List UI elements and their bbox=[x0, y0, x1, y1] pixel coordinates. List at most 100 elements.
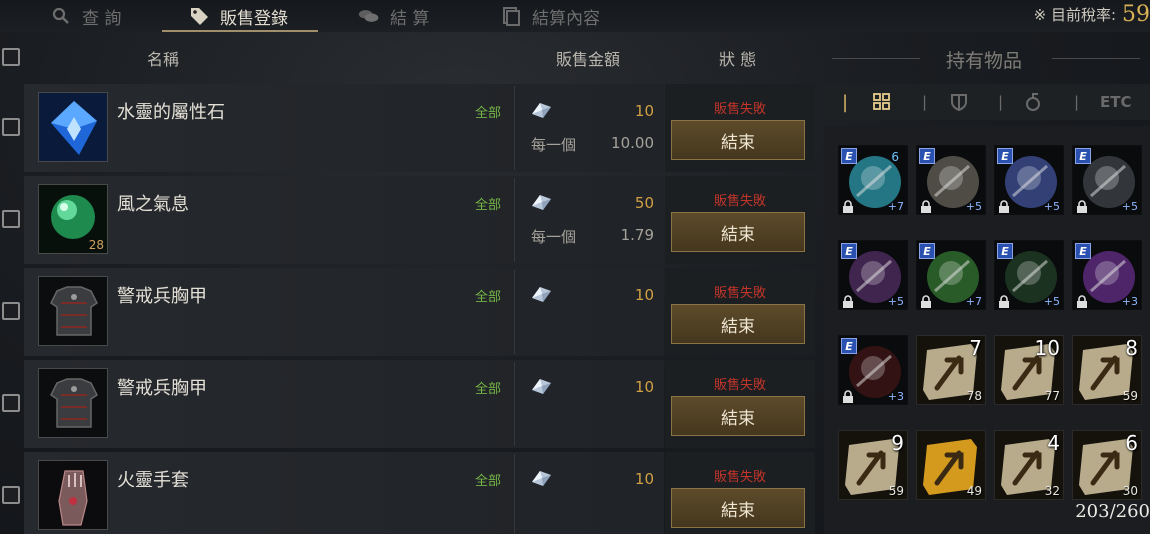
potion-icon[interactable] bbox=[1024, 92, 1044, 116]
lock-icon bbox=[920, 293, 932, 308]
tab-label: 結 算 bbox=[390, 8, 430, 29]
equipment-badge-icon: E bbox=[841, 338, 857, 354]
end-listing-button[interactable]: 結束 bbox=[671, 120, 805, 160]
inventory-slot-scroll-icon[interactable]: 9 59 bbox=[838, 430, 908, 500]
green-orb-icon[interactable]: 28 bbox=[38, 184, 108, 254]
equipment-badge-icon: E bbox=[1075, 148, 1091, 164]
enhance-level: +5 bbox=[887, 295, 904, 308]
tax-value: 59 bbox=[1122, 1, 1150, 27]
inventory-slot-silver-armor-icon[interactable]: E +5 bbox=[994, 145, 1064, 215]
tab-search[interactable]: 查 詢 bbox=[50, 0, 121, 32]
status-text: 販售失敗 bbox=[713, 286, 766, 301]
filter-marker: | bbox=[842, 91, 849, 113]
equipment-badge-icon: E bbox=[997, 243, 1013, 259]
scope-label: 全部 bbox=[475, 106, 502, 121]
total-price: 50 bbox=[634, 194, 654, 212]
per-unit-label: 每一個 bbox=[531, 136, 577, 154]
scroll-grade: 10 bbox=[1034, 336, 1060, 360]
top-tab-bar: 查 詢 販售登錄 結 算 結算內容 ※ 目前稅率: 59 bbox=[0, 0, 1150, 32]
inventory-slot-purple-gem-icon[interactable]: E +3 bbox=[1072, 240, 1142, 310]
select-all-checkbox[interactable] bbox=[2, 48, 20, 66]
total-price: 10 bbox=[634, 286, 654, 304]
equipment-badge-icon: E bbox=[997, 148, 1013, 164]
status-cell: 販售失敗 結束 bbox=[665, 176, 815, 264]
column-header-status: 狀 態 bbox=[719, 50, 757, 69]
water-spirit-stone-icon[interactable] bbox=[38, 92, 108, 162]
equipment-badge-icon: E bbox=[1075, 243, 1091, 259]
total-price: 10 bbox=[634, 470, 654, 488]
end-listing-button[interactable]: 結束 bbox=[671, 488, 805, 528]
tab-settlement-details[interactable]: 結算內容 bbox=[500, 0, 600, 32]
divider bbox=[514, 86, 515, 170]
divider bbox=[832, 58, 920, 59]
inventory-slot-moon-orb-icon[interactable]: E +7 6 bbox=[838, 145, 908, 215]
status-text: 販售失敗 bbox=[713, 378, 766, 393]
stack-count: 32 bbox=[1044, 484, 1060, 498]
row-checkbox[interactable] bbox=[2, 210, 20, 228]
crystal-currency-icon bbox=[528, 192, 554, 212]
enhance-level: +5 bbox=[1043, 200, 1060, 213]
enhance-level: +5 bbox=[1043, 295, 1060, 308]
stack-count: 49 bbox=[966, 484, 982, 498]
inventory-slot-scroll-icon[interactable]: 6 30 bbox=[1072, 430, 1142, 500]
inventory-slot-gauntlet-icon[interactable]: E +5 bbox=[838, 240, 908, 310]
stack-count: 59 bbox=[888, 484, 904, 498]
scroll-grade: 8 bbox=[1125, 336, 1138, 360]
end-listing-button[interactable]: 結束 bbox=[671, 212, 805, 252]
crystal-currency-icon bbox=[528, 376, 554, 396]
divider bbox=[514, 454, 515, 534]
lock-icon bbox=[842, 198, 854, 213]
per-unit-price: 10.00 bbox=[611, 134, 654, 152]
scope-label: 全部 bbox=[475, 474, 502, 489]
row-checkbox[interactable] bbox=[2, 486, 20, 504]
chest-armor-icon[interactable] bbox=[38, 368, 108, 438]
equipment-badge-icon: E bbox=[919, 243, 935, 259]
equipment-badge-icon: E bbox=[841, 148, 857, 164]
end-listing-button[interactable]: 結束 bbox=[671, 396, 805, 436]
scroll-grade: 4 bbox=[1047, 431, 1060, 455]
grid-icon[interactable] bbox=[872, 92, 892, 116]
inventory-slot-scroll-icon[interactable]: 10 77 bbox=[994, 335, 1064, 405]
listing-row: 警戒兵胸甲 全部 10 販售失敗 結束 bbox=[0, 268, 818, 356]
gloves-icon[interactable] bbox=[38, 460, 108, 530]
search-icon bbox=[50, 6, 72, 26]
tab-settlement[interactable]: 結 算 bbox=[358, 0, 429, 32]
tab-label: 結算內容 bbox=[532, 8, 600, 29]
item-name: 水靈的屬性石 bbox=[117, 102, 225, 123]
lock-icon bbox=[998, 293, 1010, 308]
crystal-currency-icon bbox=[528, 468, 554, 488]
scroll-grade: 9 bbox=[891, 431, 904, 455]
inventory-slot-scroll-icon[interactable]: 7 78 bbox=[916, 335, 986, 405]
end-listing-button[interactable]: 結束 bbox=[671, 304, 805, 344]
scope-label: 全部 bbox=[475, 290, 502, 305]
filter-separator: | bbox=[922, 93, 928, 111]
slot-corner-number: 6 bbox=[891, 150, 899, 164]
column-header-price: 販售金額 bbox=[556, 50, 621, 69]
row-checkbox[interactable] bbox=[2, 302, 20, 320]
status-cell: 販售失敗 結束 bbox=[665, 84, 815, 172]
chest-armor-icon[interactable] bbox=[38, 276, 108, 346]
shield-icon[interactable] bbox=[949, 92, 969, 116]
listing-row: 火靈手套 全部 10 販售失敗 結束 bbox=[0, 452, 818, 534]
item-name: 風之氣息 bbox=[117, 194, 189, 215]
item-name: 警戒兵胸甲 bbox=[117, 286, 207, 307]
divider bbox=[514, 362, 515, 446]
row-checkbox[interactable] bbox=[2, 118, 20, 136]
inventory-capacity: 203/260 bbox=[1075, 501, 1150, 522]
stack-count: 30 bbox=[1122, 484, 1138, 498]
lock-icon bbox=[1076, 198, 1088, 213]
inventory-slot-scroll-icon[interactable]: 8 59 bbox=[1072, 335, 1142, 405]
inventory-slot-dark-cloak-icon[interactable]: E +5 bbox=[994, 240, 1064, 310]
inventory-slot-green-eye-icon[interactable]: E +7 bbox=[916, 240, 986, 310]
equipment-badge-icon: E bbox=[841, 243, 857, 259]
inventory-slot-gold-scroll-icon[interactable]: 49 bbox=[916, 430, 986, 500]
inventory-slot-boots-icon[interactable]: E +5 bbox=[1072, 145, 1142, 215]
row-checkbox[interactable] bbox=[2, 394, 20, 412]
enhance-level: +7 bbox=[965, 295, 982, 308]
inventory-slot-white-cape-icon[interactable]: E +5 bbox=[916, 145, 986, 215]
inventory-slot-necklace-icon[interactable]: E +3 bbox=[838, 335, 908, 405]
inventory-slot-scroll-icon[interactable]: 4 32 bbox=[994, 430, 1064, 500]
scroll-grade: 7 bbox=[969, 336, 982, 360]
tab-sale-registration[interactable]: 販售登錄 bbox=[188, 0, 288, 32]
filter-etc[interactable]: ETC bbox=[1100, 93, 1132, 111]
